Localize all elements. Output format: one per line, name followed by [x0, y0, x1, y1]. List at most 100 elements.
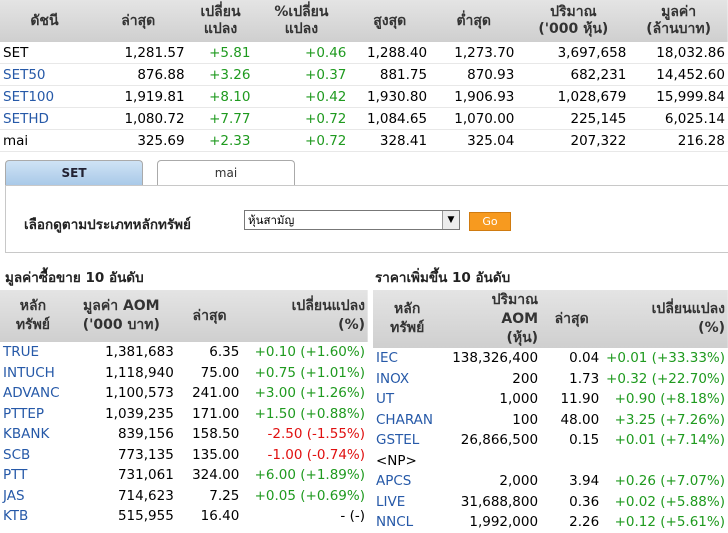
symbol-link[interactable]: PTTEP: [0, 404, 66, 425]
symbol-link[interactable]: INTUCH: [0, 363, 66, 384]
index-last: 1,919.81: [88, 85, 188, 108]
change-pct: +0.12 (+5.61%): [614, 514, 725, 531]
aom-volume: [441, 451, 541, 472]
col-change-pct: เปลี่ยนแปลง (%): [651, 301, 725, 336]
symbol-link[interactable]: LIVE: [373, 492, 441, 513]
chevron-down-icon[interactable]: ▼: [442, 211, 459, 229]
index-value: 14,452.60: [629, 63, 728, 86]
table-row: KBANK 839,156 158.50 -2.50 (-1.55%): [0, 424, 368, 445]
symbol-link[interactable]: CHARAN: [373, 410, 441, 431]
index-change: +3.26: [187, 63, 254, 86]
symbol-link[interactable]: KBANK: [0, 424, 66, 445]
symbol-link[interactable]: TRUE: [0, 342, 66, 363]
aom-value: 1,100,573: [105, 385, 174, 402]
change-pct: +6.00 (+1.89%): [254, 467, 365, 484]
col-volume: ปริมาณ ('000 หุ้น): [538, 4, 609, 37]
symbol-link[interactable]: NNCL: [373, 512, 441, 533]
symbol-link[interactable]: SCB: [0, 445, 66, 466]
table-row: IEC 138,326,400 0.04 +0.01 (+33.33%): [373, 348, 728, 369]
table-row: PTT 731,061 324.00 +6.00 (+1.89%): [0, 465, 368, 486]
change-pct: -2.50 (-1.55%): [267, 426, 365, 443]
symbol-link[interactable]: APCS: [373, 471, 441, 492]
index-row: SET50 876.88 +3.26 +0.37 881.75 870.93 682,231…: [0, 63, 728, 86]
col-pct-change: %เปลี่ยน แปลง: [274, 4, 329, 37]
col-last: ล่าสุด: [121, 12, 156, 29]
col-high: สูงสุด: [373, 12, 407, 29]
index-pct-change: +0.72: [253, 107, 350, 130]
table-row: APCS 2,000 3.94 +0.26 (+7.07%): [373, 471, 728, 492]
index-name[interactable]: SET100: [0, 85, 89, 108]
symbol-link[interactable]: UT: [373, 389, 441, 410]
index-last: 1,281.57: [88, 42, 188, 64]
index-table: ดัชนี ล่าสุด เปลี่ยน แปลง %เปลี่ยน แปลง สู…: [0, 0, 728, 152]
table-row: KTB 515,955 16.40 - (-): [0, 506, 368, 527]
table-row: UT 1,000 11.90 +0.90 (+8.18%): [373, 389, 728, 410]
index-name[interactable]: SET50: [0, 63, 89, 86]
top-gainers-header-row: หลัก ทรัพย์ ปริมาณ AOM (หุ้น) ล่าสุด เปลี่ย…: [373, 290, 728, 348]
filter-label: เลือกดูตามประเภทหลักทรัพย์: [24, 217, 191, 233]
change-pct: +0.10 (+1.60%): [254, 344, 365, 361]
index-pct-change: +0.46: [253, 42, 350, 64]
index-value: 15,999.84: [629, 85, 728, 108]
security-type-select[interactable]: หุ้นสามัญ ▼: [244, 210, 460, 230]
index-low: 1,906.93: [430, 85, 518, 108]
change-pct: +0.05 (+0.69%): [254, 487, 365, 504]
table-row: LIVE 31,688,800 0.36 +0.02 (+5.88%): [373, 492, 728, 513]
col-symbol: หลัก ทรัพย์: [390, 301, 425, 336]
col-change-pct: เปลี่ยนแปลง (%): [291, 298, 365, 333]
change-pct: +0.90 (+8.18%): [614, 391, 725, 408]
index-pct-change: +0.37: [253, 63, 350, 86]
tab-set[interactable]: SET: [5, 160, 143, 185]
index-volume: 1,028,679: [517, 85, 630, 108]
change-pct: [602, 451, 728, 472]
index-value: 18,032.86: [629, 42, 728, 64]
aom-volume: 31,688,800: [460, 493, 539, 510]
last-price: 0.15: [569, 432, 600, 449]
last-price: 48.00: [560, 411, 600, 428]
last-price: 1.73: [569, 370, 600, 387]
index-value: 216.28: [629, 129, 728, 152]
index-row: mai 325.69 +2.33 +0.72 328.41 325.04 207,322 21…: [0, 129, 728, 152]
index-volume: 682,231: [517, 63, 630, 86]
go-button[interactable]: Go: [469, 212, 511, 231]
last-price: 171.00: [192, 405, 240, 422]
col-aom-value: มูลค่า AOM ('000 บาท): [82, 298, 160, 333]
last-price: 0.04: [569, 350, 600, 367]
index-change: +7.77: [187, 107, 254, 130]
table-row: PTTEP 1,039,235 171.00 +1.50 (+0.88%): [0, 404, 368, 425]
index-low: 325.04: [430, 129, 518, 152]
symbol-link[interactable]: PTT: [0, 465, 66, 486]
index-name[interactable]: SETHD: [0, 107, 89, 130]
symbol-link[interactable]: GSTEL: [373, 430, 441, 451]
change-pct: +0.75 (+1.01%): [254, 364, 365, 381]
index-row: SET100 1,919.81 +8.10 +0.42 1,930.80 1,906.93…: [0, 85, 728, 108]
index-low: 870.93: [430, 63, 518, 86]
index-volume: 207,322: [517, 129, 630, 152]
change-pct: - (-): [340, 508, 365, 525]
table-row: SCB 773,135 135.00 -1.00 (-0.74%): [0, 445, 368, 466]
aom-volume: 26,866,500: [460, 432, 539, 449]
select-value: หุ้นสามัญ: [248, 213, 295, 227]
col-symbol: หลัก ทรัพย์: [15, 298, 51, 333]
aom-volume: 1,000: [499, 391, 539, 408]
index-high: 1,288.40: [349, 42, 431, 64]
symbol-link[interactable]: ADVANC: [0, 383, 66, 404]
col-index: ดัชนี: [30, 12, 59, 29]
last-price: [541, 451, 602, 472]
aom-volume: 100: [512, 411, 539, 428]
symbol-link[interactable]: INOX: [373, 369, 441, 390]
aom-volume: 2,000: [499, 473, 539, 490]
index-high: 1,930.80: [349, 85, 431, 108]
last-price: 11.90: [560, 391, 600, 408]
symbol-link[interactable]: IEC: [373, 348, 441, 369]
symbol-link[interactable]: JAS: [0, 486, 66, 507]
filter-panel: เลือกดูตามประเภทหลักทรัพย์ หุ้นสามัญ ▼ G…: [5, 185, 728, 253]
symbol-link[interactable]: KTB: [0, 506, 66, 527]
last-price: 0.36: [569, 493, 600, 510]
tab-mai[interactable]: mai: [157, 160, 295, 185]
change-pct: +1.50 (+0.88%): [254, 405, 365, 422]
index-high: 328.41: [349, 129, 431, 152]
aom-volume: 1,992,000: [469, 514, 539, 531]
aom-value: 731,061: [117, 467, 174, 484]
table-row: NNCL 1,992,000 2.26 +0.12 (+5.61%): [373, 512, 728, 533]
